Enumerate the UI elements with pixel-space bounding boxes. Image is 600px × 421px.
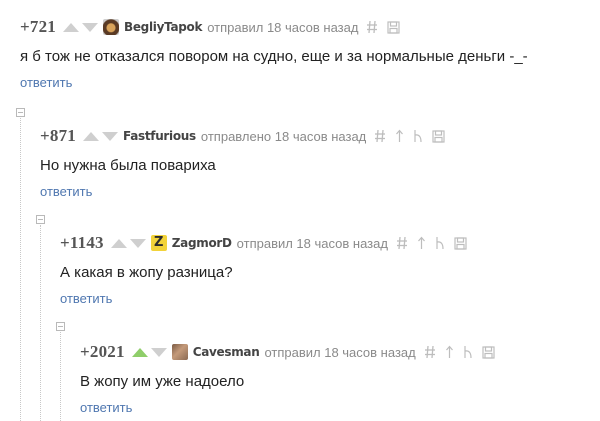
comment-text: В жопу им уже надоело [80,373,245,390]
username[interactable]: Cavesman [193,345,260,359]
vote-controls [63,22,98,32]
save-icon[interactable] [482,345,495,359]
comment-3: +1143 Z ZagmorD отправил 18 часов назад … [60,233,595,313]
upvote-icon[interactable] [110,238,127,248]
comment-header: +1143 Z ZagmorD отправил 18 часов назад [60,233,467,253]
thread-line [40,225,41,421]
comment-rating: +721 [20,17,56,36]
save-icon[interactable] [432,129,445,143]
save-icon[interactable] [387,20,401,34]
comment-text: А какая в жопу разница? [60,264,233,281]
vote-controls [131,347,167,357]
comment-tools [424,345,495,359]
branch-icon[interactable] [463,345,473,359]
comment-header: +871 Fastfurious отправлено 18 часов наз… [40,126,445,146]
upvote-icon[interactable] [83,131,99,141]
comment-time[interactable]: отправлено 18 часов назад [201,129,366,144]
reply-link[interactable]: ответить [80,400,132,415]
comment-1: +721 BegliyTapok отправил 18 часов назад… [20,17,595,97]
collapse-icon[interactable] [36,215,45,224]
comment-rating: +1143 [60,233,104,252]
downvote-icon[interactable] [102,131,118,141]
arrow-up-icon[interactable] [445,345,454,359]
username[interactable]: Fastfurious [123,129,196,143]
avatar[interactable]: Z [150,235,167,251]
save-icon[interactable] [454,236,467,250]
downvote-icon[interactable] [82,22,98,32]
comment-header: +721 BegliyTapok отправил 18 часов назад [20,17,401,37]
hash-icon[interactable] [374,129,386,143]
comment-header: +2021 Cavesman отправил 18 часов назад [80,342,495,362]
hash-icon[interactable] [366,20,378,34]
hash-icon[interactable] [396,236,408,250]
comment-tools [396,236,467,250]
comment-tools [366,20,401,34]
comment-tools [374,129,445,143]
comment-rating: +2021 [80,342,125,361]
collapse-icon[interactable] [16,108,25,117]
hash-icon[interactable] [424,345,436,359]
upvote-icon[interactable] [131,347,148,357]
username[interactable]: BegliyTapok [124,20,202,34]
vote-controls [110,238,146,248]
reply-link[interactable]: ответить [60,291,112,306]
comment-4: +2021 Cavesman отправил 18 часов назад В… [80,342,595,421]
arrow-up-icon[interactable] [417,236,426,250]
reply-link[interactable]: ответить [40,184,92,199]
comment-text: Но нужна была повариха [40,157,216,174]
comment-time[interactable]: отправил 18 часов назад [264,345,415,360]
upvote-icon[interactable] [63,22,79,32]
branch-icon[interactable] [413,129,423,143]
reply-link[interactable]: ответить [20,75,72,90]
downvote-icon[interactable] [129,238,146,248]
vote-controls [83,131,118,141]
downvote-icon[interactable] [150,347,167,357]
comment-text: я б тож не отказался повором на судно, е… [20,48,528,65]
avatar[interactable] [103,19,119,35]
branch-icon[interactable] [435,236,445,250]
comment-2: +871 Fastfurious отправлено 18 часов наз… [40,126,595,206]
thread-line [20,118,21,421]
username[interactable]: ZagmorD [172,236,232,250]
collapse-icon[interactable] [56,322,65,331]
comment-time[interactable]: отправил 18 часов назад [207,20,358,35]
avatar[interactable] [171,344,188,360]
comment-rating: +871 [40,126,76,145]
comment-time[interactable]: отправил 18 часов назад [237,236,388,251]
thread-line [60,332,61,421]
arrow-up-icon[interactable] [395,129,404,143]
